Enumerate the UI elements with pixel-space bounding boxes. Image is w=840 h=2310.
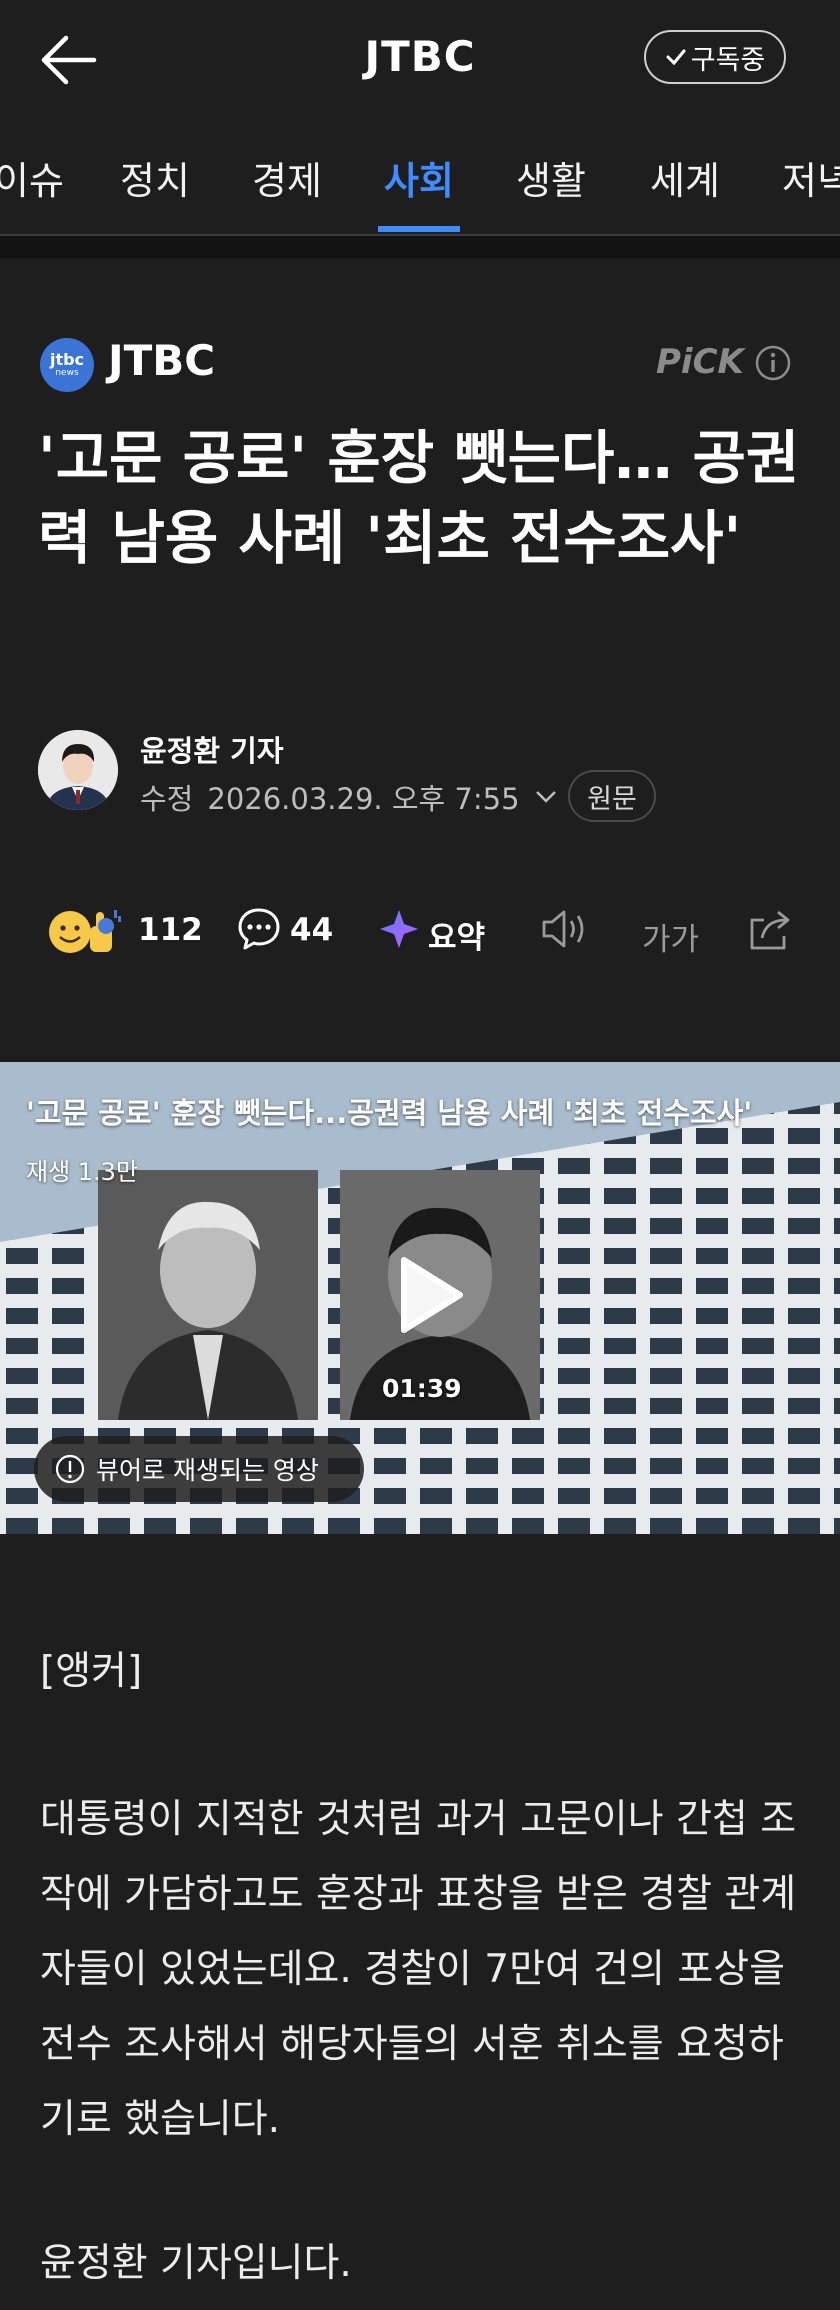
timestamp-row[interactable]: 수정 2026.03.29. 오후 7:55 — [140, 776, 558, 818]
author-name[interactable]: 윤정환 기자 — [140, 728, 284, 770]
article-headline: '고문 공로' 훈장 뺏는다… 공권력 남용 사례 '최초 전수조사' — [38, 424, 800, 572]
check-icon — [666, 49, 686, 66]
alert-icon — [55, 1454, 85, 1484]
comment-icon[interactable] — [236, 906, 282, 952]
divider-band — [0, 236, 840, 258]
tab-politics[interactable]: 정치 — [120, 150, 190, 205]
article-paragraph: 윤정환 기자입니다. — [40, 2241, 352, 2286]
edit-label: 수정 — [140, 782, 194, 816]
tab-world[interactable]: 세계 — [650, 150, 720, 205]
subscribe-button[interactable]: 구독중 — [644, 30, 786, 84]
tab-issue[interactable]: 이슈 — [0, 150, 64, 205]
video-duration: 01:39 — [382, 1374, 462, 1403]
video-views: 재생 1.3만 — [26, 1158, 139, 1186]
tab-living[interactable]: 생활 — [516, 150, 586, 205]
pick-badge: PiCK — [656, 342, 744, 382]
speaker-icon[interactable] — [538, 906, 592, 952]
tab-evening[interactable]: 저녁 — [782, 150, 840, 205]
viewer-notice[interactable]: 뷰어로 재생되는 영상 — [34, 1436, 364, 1502]
info-icon[interactable] — [754, 344, 792, 382]
reactions-count[interactable]: 112 — [138, 912, 203, 948]
emoji-reaction-icon[interactable] — [44, 900, 124, 960]
press-name[interactable]: JTBC — [108, 336, 215, 385]
timestamp: 2026.03.29. 오후 7:55 — [207, 782, 520, 816]
tab-society[interactable]: 사회 — [384, 150, 454, 205]
original-article-button[interactable]: 원문 — [568, 770, 656, 822]
comments-count[interactable]: 44 — [290, 912, 333, 948]
active-tab-indicator — [378, 226, 460, 232]
ai-summary-icon[interactable] — [378, 908, 420, 950]
video-photo-left — [98, 1170, 318, 1420]
avatar[interactable] — [38, 730, 118, 810]
play-icon[interactable] — [382, 1250, 472, 1340]
video-title: '고문 공로' 훈장 뺏는다...공권력 남용 사례 '최초 전수조사' — [26, 1096, 753, 1130]
tab-economy[interactable]: 경제 — [252, 150, 322, 205]
share-icon[interactable] — [744, 904, 796, 954]
font-size-button[interactable]: 가가 — [642, 914, 699, 959]
summary-label[interactable]: 요약 — [428, 912, 485, 957]
subscribe-label: 구독중 — [690, 44, 766, 76]
anchor-tag: [앵커] — [40, 1649, 143, 1694]
viewer-notice-text: 뷰어로 재생되는 영상 — [96, 1456, 319, 1485]
press-logo[interactable]: jtbc news — [40, 338, 94, 392]
chevron-down-icon — [535, 791, 556, 803]
article-paragraph: 대통령이 지적한 것처럼 과거 고문이나 간첩 조작에 가담하고도 훈장과 표창… — [40, 1797, 797, 2142]
